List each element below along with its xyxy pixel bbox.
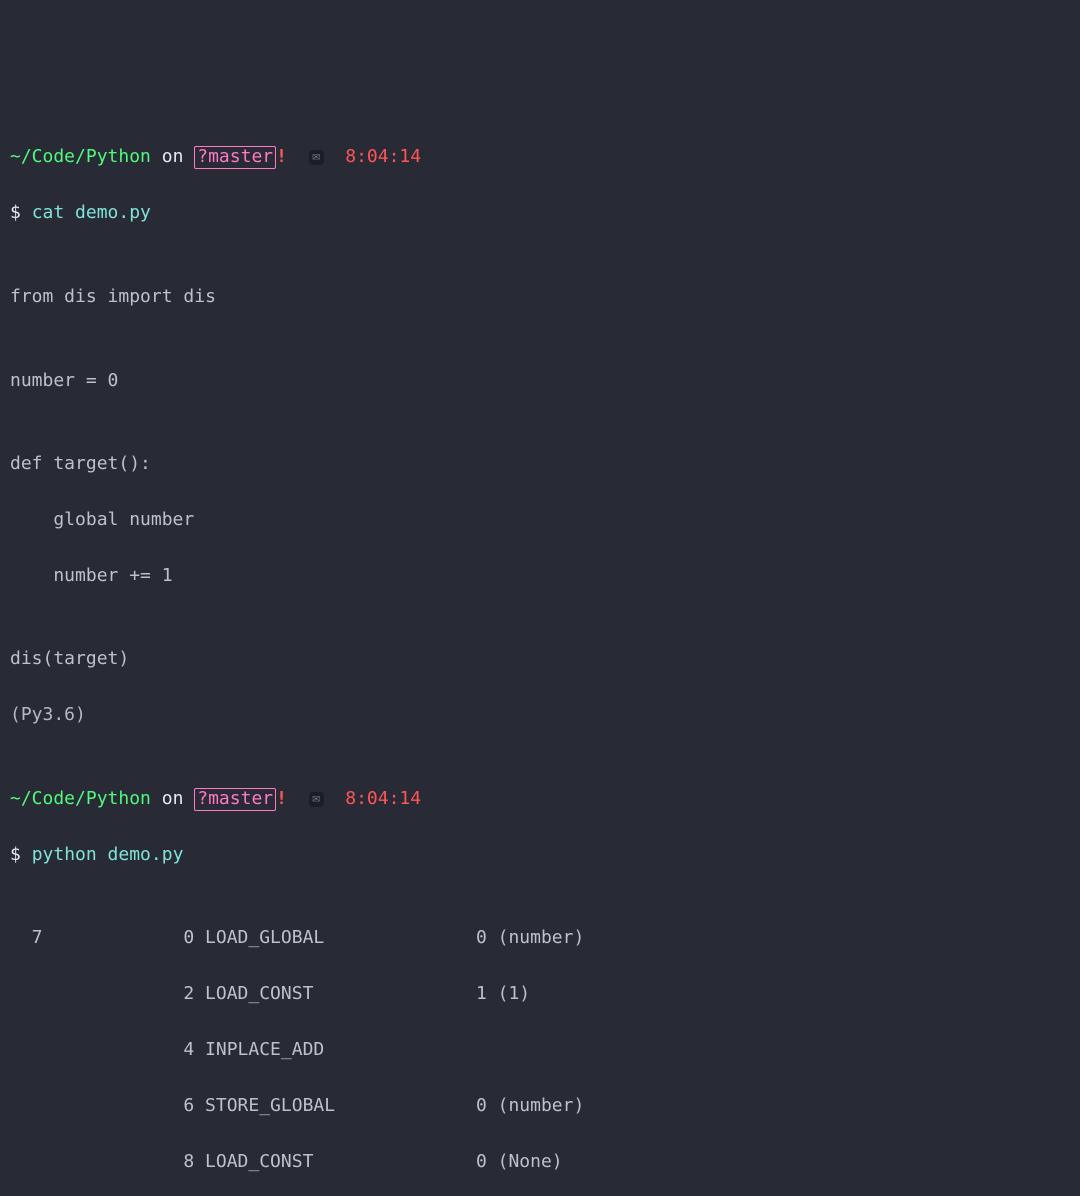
dis-offset: 8 xyxy=(43,1148,195,1176)
prompt-symbol: $ xyxy=(10,202,32,223)
dis-row: 2 LOAD_CONST1 (1) xyxy=(10,980,1070,1008)
command-text: python demo.py xyxy=(32,844,184,865)
dis-argval: (1) xyxy=(498,980,531,1008)
on-label: on xyxy=(151,788,194,809)
prompt-line-2: ~/Code/Python on ?master! ✉ 8:04:14 xyxy=(10,785,1070,813)
dirty-indicator: ! xyxy=(276,146,287,167)
dis-argval: (number) xyxy=(498,924,585,952)
dis-offset: 4 xyxy=(43,1036,195,1064)
command-line-1[interactable]: $ cat demo.py xyxy=(10,199,1070,227)
mail-icon: ✉ xyxy=(309,792,324,807)
dis-arg: 0 xyxy=(465,1148,487,1176)
time: 8:04:14 xyxy=(345,146,421,167)
dis-row: 8 LOAD_CONST0 (None) xyxy=(10,1148,1070,1176)
dis-arg: 1 xyxy=(465,980,487,1008)
cwd: ~/Code/Python xyxy=(10,146,151,167)
dis-opname: LOAD_CONST xyxy=(205,980,465,1008)
dis-opname: STORE_GLOBAL xyxy=(205,1092,465,1120)
dis-offset: 6 xyxy=(43,1092,195,1120)
branch-name: master xyxy=(208,788,273,809)
dis-lineno: 7 xyxy=(10,924,43,952)
file-line: from dis import dis xyxy=(10,283,1070,311)
cwd: ~/Code/Python xyxy=(10,788,151,809)
dis-arg: 0 xyxy=(465,924,487,952)
dis-row: 70 LOAD_GLOBAL0 (number) xyxy=(10,924,1070,952)
prompt-symbol: $ xyxy=(10,844,32,865)
dis-opname: INPLACE_ADD xyxy=(205,1036,465,1064)
file-line: dis(target) xyxy=(10,645,1070,673)
command-line-2[interactable]: $ python demo.py xyxy=(10,841,1070,869)
mail-icon: ✉ xyxy=(309,150,324,165)
dirty-indicator: ! xyxy=(276,788,287,809)
command-text: cat demo.py xyxy=(32,202,151,223)
file-line: def target(): xyxy=(10,450,1070,478)
dis-arg: 0 xyxy=(465,1092,487,1120)
on-label: on xyxy=(151,146,194,167)
dis-offset: 2 xyxy=(43,980,195,1008)
branch-name: master xyxy=(208,146,273,167)
dis-argval: (number) xyxy=(498,1092,585,1120)
python-version: (Py3.6) xyxy=(10,701,1070,729)
file-line: global number xyxy=(10,506,1070,534)
prompt-line-1: ~/Code/Python on ?master! ✉ 8:04:14 xyxy=(10,143,1070,171)
file-line: number += 1 xyxy=(10,562,1070,590)
branch-question-icon: ? xyxy=(197,788,208,809)
dis-offset: 0 xyxy=(43,924,195,952)
dis-row: 6 STORE_GLOBAL0 (number) xyxy=(10,1092,1070,1120)
dis-row: 4 INPLACE_ADD xyxy=(10,1036,1070,1064)
git-branch-badge: ?master xyxy=(194,788,276,811)
branch-question-icon: ? xyxy=(197,146,208,167)
dis-opname: LOAD_CONST xyxy=(205,1148,465,1176)
git-branch-badge: ?master xyxy=(194,146,276,169)
dis-opname: LOAD_GLOBAL xyxy=(205,924,465,952)
dis-argval: (None) xyxy=(498,1148,563,1176)
file-line: number = 0 xyxy=(10,367,1070,395)
time: 8:04:14 xyxy=(345,788,421,809)
